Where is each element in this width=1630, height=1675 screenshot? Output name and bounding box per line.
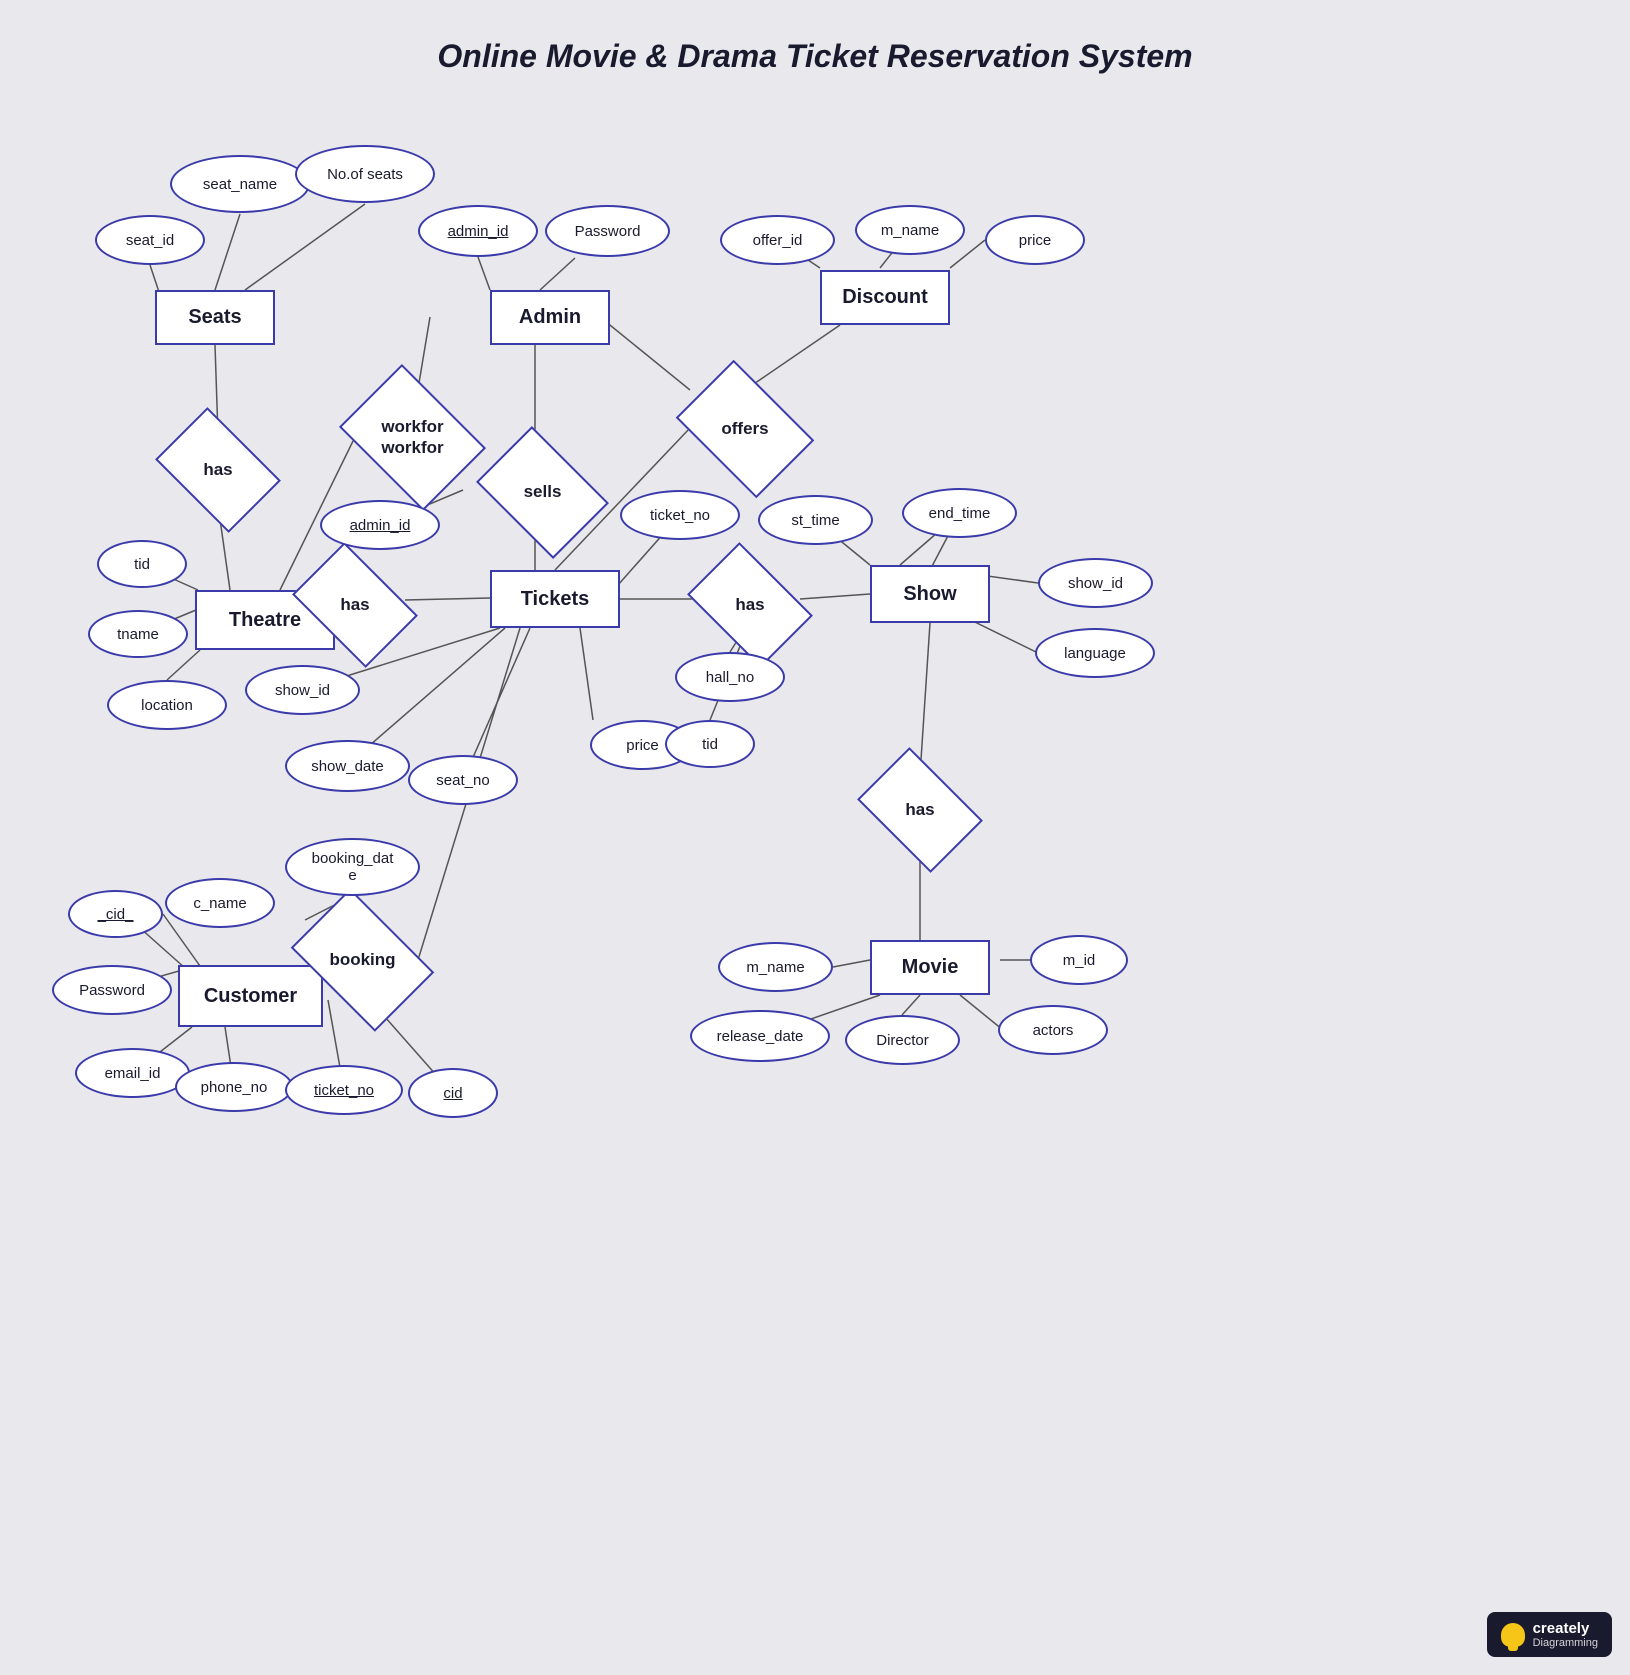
attr-actors: actors — [998, 1005, 1108, 1055]
entity-discount: Discount — [820, 270, 950, 325]
diagram-container: Online Movie & Drama Ticket Reservation … — [0, 0, 1630, 1675]
attr-c-name: c_name — [165, 878, 275, 928]
entity-admin: Admin — [490, 290, 610, 345]
attr-m-name1: m_name — [855, 205, 965, 255]
attr-no-of-seats: No.of seats — [295, 145, 435, 203]
attr-tid1: tid — [97, 540, 187, 588]
rel-has3: has — [700, 570, 800, 640]
attr-show-date: show_date — [285, 740, 410, 792]
attr-seat-no: seat_no — [408, 755, 518, 805]
attr-cid1: _cid_ — [68, 890, 163, 938]
attr-language: language — [1035, 628, 1155, 678]
attr-seat-name: seat_name — [170, 155, 310, 213]
rel-offers: offers — [690, 390, 800, 468]
attr-email-id: email_id — [75, 1048, 190, 1098]
entity-customer: Customer — [178, 965, 323, 1027]
entity-movie: Movie — [870, 940, 990, 995]
attr-tid2: tid — [665, 720, 755, 768]
attr-show-id1: show_id — [245, 665, 360, 715]
entity-seats: Seats — [155, 290, 275, 345]
rel-sells: sells — [490, 455, 595, 530]
entity-show: Show — [870, 565, 990, 623]
attr-offer-id: offer_id — [720, 215, 835, 265]
attr-booking-date: booking_dat e — [285, 838, 420, 896]
creately-badge: creately Diagramming — [1487, 1612, 1612, 1657]
attr-password2: Password — [52, 965, 172, 1015]
attr-director: Director — [845, 1015, 960, 1065]
rel-booking: booking — [305, 920, 420, 1000]
attr-end-time: end_time — [902, 488, 1017, 538]
attr-show-id2: show_id — [1038, 558, 1153, 608]
rel-has2: has — [305, 570, 405, 640]
attr-m-id: m_id — [1030, 935, 1128, 985]
attr-st-time: st_time — [758, 495, 873, 545]
attr-price1: price — [985, 215, 1085, 265]
attr-ticket-no1: ticket_no — [620, 490, 740, 540]
attr-release-date: release_date — [690, 1010, 830, 1062]
bulb-icon — [1501, 1623, 1525, 1647]
rel-workfor: workfor workfor — [355, 395, 470, 480]
attr-cid2: cid — [408, 1068, 498, 1118]
attr-admin-id1: admin_id — [418, 205, 538, 257]
rel-has4: has — [870, 775, 970, 845]
attr-tname: tname — [88, 610, 188, 658]
attr-seat-id: seat_id — [95, 215, 205, 265]
entity-tickets: Tickets — [490, 570, 620, 628]
attr-password1: Password — [545, 205, 670, 257]
attr-phone-no: phone_no — [175, 1062, 293, 1112]
creately-text: creately Diagramming — [1533, 1620, 1598, 1649]
attr-ticket-no2: ticket_no — [285, 1065, 403, 1115]
attr-admin-id2: admin_id — [320, 500, 440, 550]
attr-m-name2: m_name — [718, 942, 833, 992]
attr-hall-no: hall_no — [675, 652, 785, 702]
attr-location: location — [107, 680, 227, 730]
rel-has1: has — [168, 435, 268, 505]
